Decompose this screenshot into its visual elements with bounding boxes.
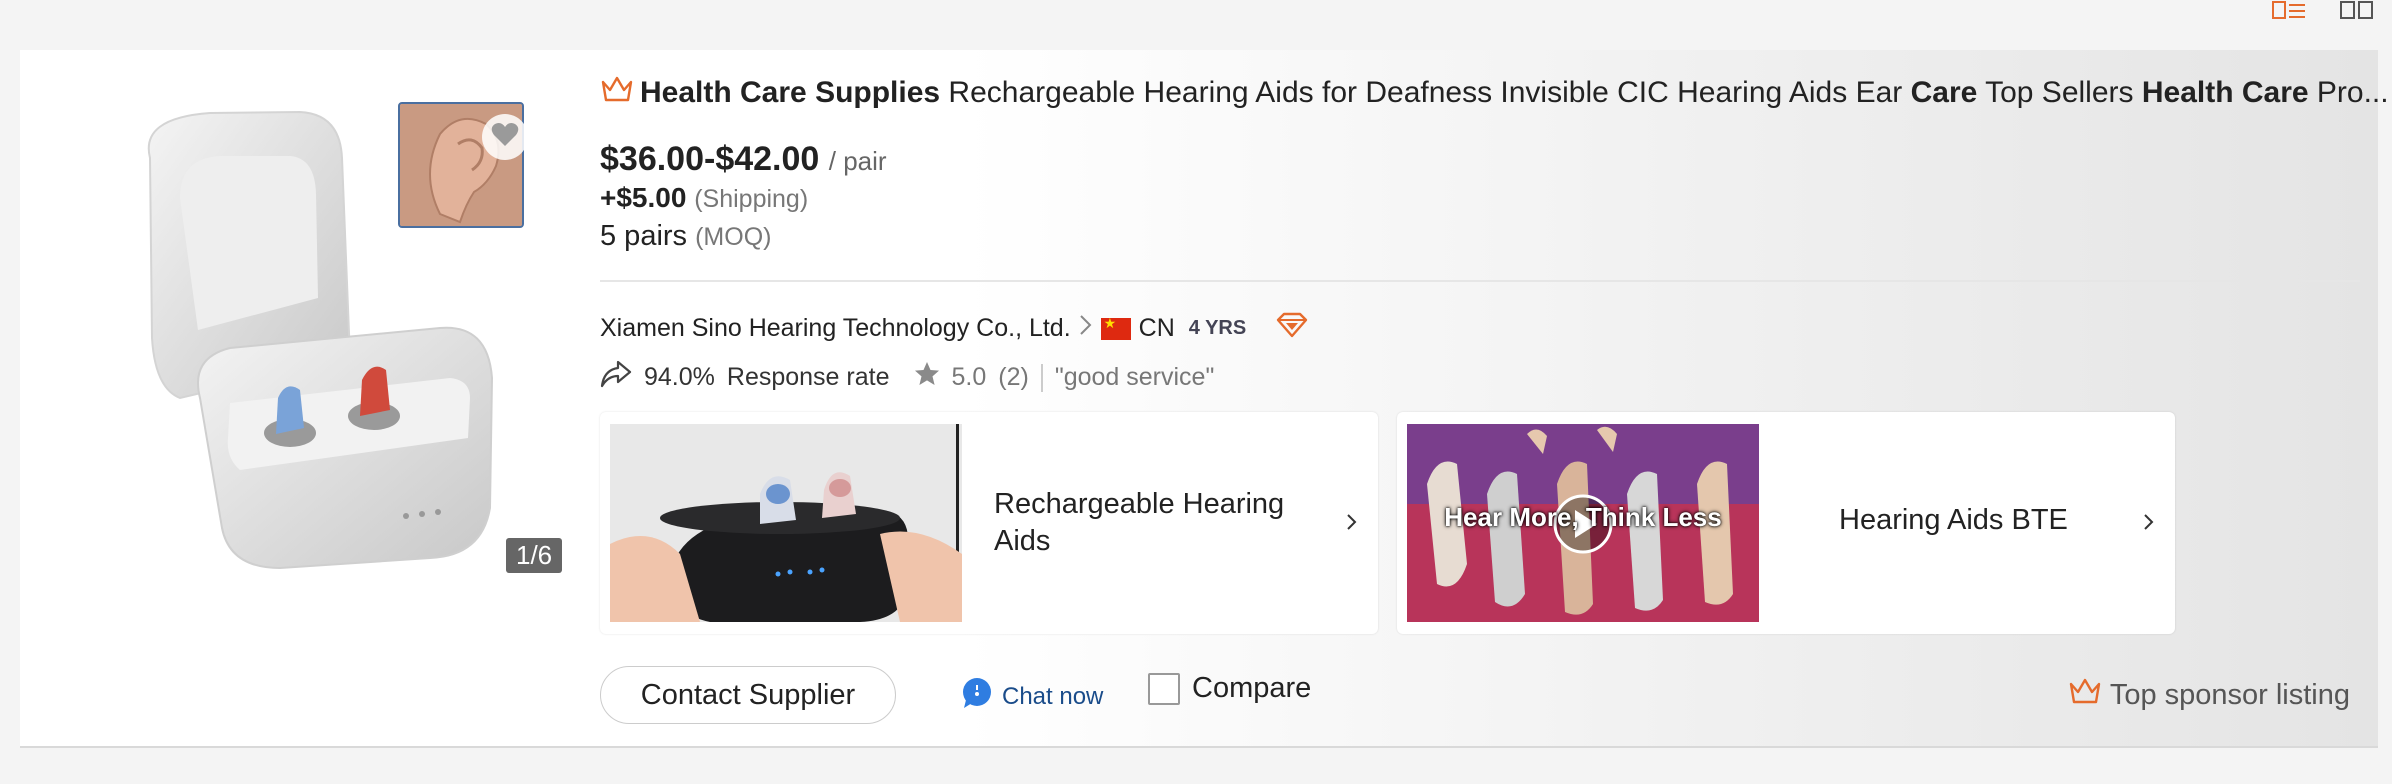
response-rate-label: Response rate (726, 363, 890, 391)
title-part-0: Health Care Supplies (640, 76, 941, 109)
promo-image (610, 424, 962, 622)
shipping-label: (Shipping) (694, 185, 809, 213)
promo-label: Rechargeable Hearing Aids (994, 488, 1285, 557)
promo-image: Hear More, Think Less (1407, 424, 1759, 622)
compare-label: Compare (1192, 672, 1312, 704)
cn-flag-icon (1100, 315, 1131, 340)
review-quote: "good service" (1054, 363, 1215, 391)
chat-now-link[interactable]: Chat now (960, 676, 1103, 717)
sponsor-label: Top sponsor listing (2109, 678, 2350, 711)
grid-view-icon[interactable] (2340, 0, 2374, 27)
star-icon (914, 361, 940, 394)
share-icon (600, 360, 632, 395)
list-view-icon[interactable] (2272, 0, 2306, 27)
title-text: Health Care Supplies Rechargeable Hearin… (640, 76, 2389, 110)
divider (1040, 363, 1043, 392)
rating-value: 5.0 (951, 363, 987, 391)
moq-label: (MOQ) (695, 223, 772, 251)
chevron-right-icon (1346, 508, 1358, 540)
response-rate: 94.0% (644, 363, 715, 391)
supplier-row: Xiamen Sino Hearing Technology Co., Ltd.… (600, 312, 1308, 345)
review-count[interactable]: (2) (998, 363, 1029, 392)
chat-bubble-icon (960, 676, 994, 717)
product-card: 1/6 Health Care Supplies Rechargeable He… (20, 50, 2389, 748)
promo-card-rechargeable[interactable]: Rechargeable Hearing Aids (600, 412, 1378, 634)
title-part-3: Top Sellers (1977, 76, 2142, 109)
chat-now-label: Chat now (1002, 682, 1104, 710)
shipping-cost: +$5.00 (Shipping) (600, 182, 808, 214)
price-range: $36.00-$42.00 / pair (600, 140, 887, 179)
crown-icon (2068, 676, 2102, 714)
product-title[interactable]: Health Care Supplies Rechargeable Hearin… (600, 74, 2389, 112)
title-part-2: Care (1910, 76, 1978, 109)
supplier-years: 4 YRS (1188, 317, 1247, 339)
price-unit: / pair (828, 146, 887, 176)
supplier-country: CN (1138, 314, 1175, 342)
image-counter: 1/6 (506, 538, 563, 573)
promo-overlay-text: Hear More, Think Less (1444, 502, 1722, 532)
contact-supplier-button[interactable]: Contact Supplier (600, 666, 896, 724)
promo-card-bte[interactable]: Hear More, Think Less Hearing Aids BTE (1397, 412, 2175, 634)
crown-icon (600, 74, 634, 112)
sponsor-listing: Top sponsor listing (2068, 676, 2350, 714)
compare-toggle[interactable]: Compare (1148, 672, 1311, 705)
top-toolbar (0, 0, 2392, 50)
price-value: $36.00-$42.00 (600, 140, 820, 178)
compare-checkbox[interactable] (1148, 672, 1180, 705)
chevron-right-icon (2143, 508, 2155, 540)
heart-icon (491, 122, 519, 153)
supplier-stats: 94.0% Response rate 5.0 (2) "good servic… (600, 360, 1214, 395)
favorite-button[interactable] (482, 114, 528, 160)
chevron-right-icon (1079, 314, 1093, 343)
title-part-5: Pro... (2308, 76, 2389, 109)
divider (600, 280, 2360, 282)
moq-value: 5 pairs (600, 220, 688, 252)
title-part-1: Rechargeable Hearing Aids for Deafness I… (940, 76, 1911, 109)
diamond-icon (1276, 312, 1308, 345)
min-order-quantity: 5 pairs (MOQ) (600, 220, 771, 253)
promo-label: Hearing Aids BTE (1839, 504, 2068, 536)
supplier-name[interactable]: Xiamen Sino Hearing Technology Co., Ltd. (600, 314, 1071, 343)
title-part-4: Health Care (2141, 76, 2309, 109)
shipping-value: +$5.00 (600, 182, 687, 213)
view-toggle (2272, 0, 2374, 27)
